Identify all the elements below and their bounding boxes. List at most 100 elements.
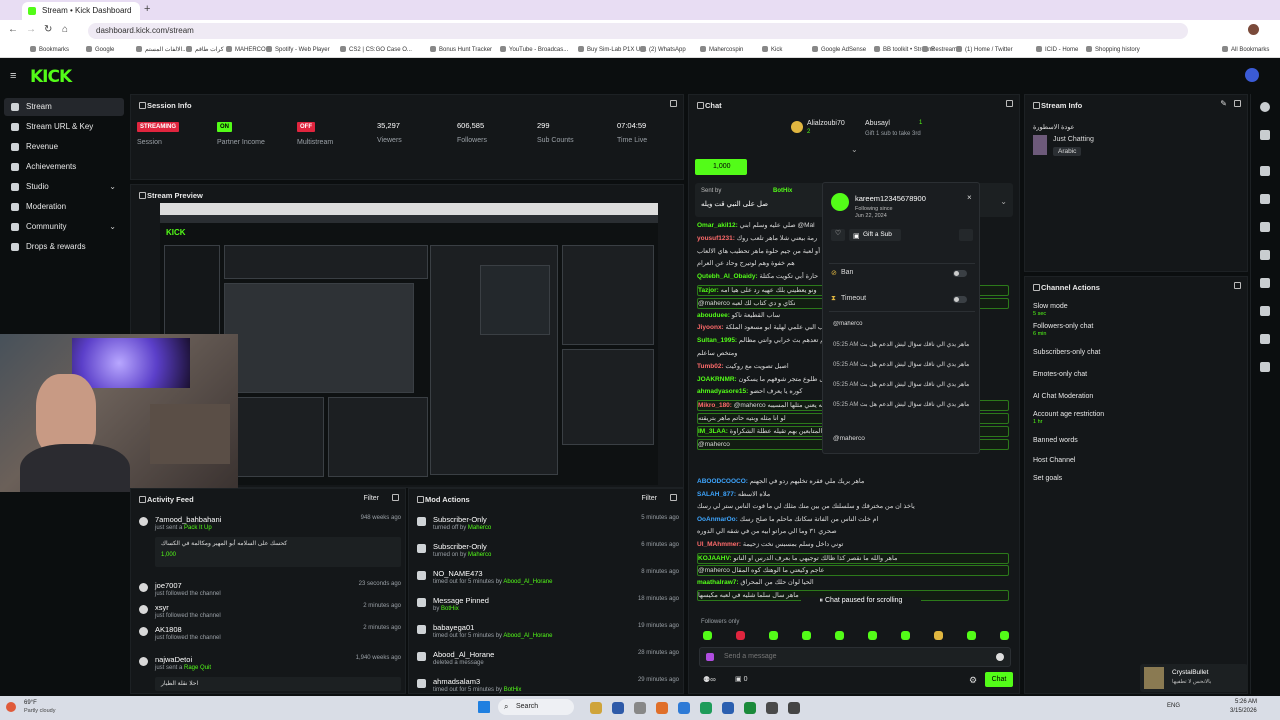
taskbar-app-icon[interactable] xyxy=(634,702,646,714)
chevron-down-icon[interactable]: ⌄ xyxy=(1000,197,1007,206)
bookmark-item[interactable]: Buy Sim-Lab P1X Ul... xyxy=(578,46,647,53)
chat-username[interactable]: OoAnmarOo: xyxy=(697,516,738,523)
chat-username[interactable]: Omar_akil12: xyxy=(697,222,738,229)
activity-username[interactable]: 7amood_bahbahani xyxy=(155,515,221,524)
chat-username[interactable]: Jiyoonx: xyxy=(697,324,724,331)
emote-icon[interactable] xyxy=(868,631,877,640)
chat-username[interactable]: Mikro_180: xyxy=(698,402,732,409)
smiley-icon[interactable] xyxy=(996,653,1004,661)
taskbar-search[interactable]: ⌕ Search xyxy=(498,699,574,715)
chat-username[interactable]: abouduee: xyxy=(697,312,730,319)
chat-username[interactable]: KOJAAHV: xyxy=(698,555,732,562)
back-icon[interactable]: ← xyxy=(8,24,18,35)
emote-icon[interactable] xyxy=(967,631,976,640)
chat-message[interactable]: OoAnmarOo: ام خلت الناس من الفاتة سكاتك … xyxy=(697,515,1009,524)
channel-action-subscribers-only-chat[interactable]: Subscribers-only chat xyxy=(1033,349,1273,357)
taskbar-app-icon[interactable] xyxy=(656,702,668,714)
popout-icon[interactable] xyxy=(1234,282,1241,289)
popout-icon[interactable] xyxy=(670,494,677,501)
channel-action-ai-chat-moderation[interactable]: AI Chat Moderation↗ xyxy=(1033,393,1273,401)
activity-username[interactable]: xsyr xyxy=(155,603,169,612)
channel-action-banned-words[interactable]: Banned words› xyxy=(1033,437,1273,447)
reload-icon[interactable]: ↻ xyxy=(44,24,52,35)
taskbar-app-icon[interactable] xyxy=(766,702,778,714)
chat-username[interactable]: Tazjor: xyxy=(698,287,719,294)
taskbar-app-icon[interactable] xyxy=(700,702,712,714)
chat-send-button[interactable]: Chat xyxy=(985,672,1013,687)
home-icon[interactable]: ⌂ xyxy=(62,24,68,35)
chevron-down-icon[interactable]: ⌄ xyxy=(109,178,116,196)
bookmark-item[interactable]: Bookmarks xyxy=(30,46,69,53)
activity-username[interactable]: joe7007 xyxy=(155,581,182,590)
chat-message[interactable]: SALAH_877: ملاه الاسطه xyxy=(697,490,1009,499)
chevron-down-icon[interactable]: ⌄ xyxy=(109,218,116,236)
bookmark-item[interactable]: YouTube - Broadcas... xyxy=(500,46,568,53)
delete-icon[interactable] xyxy=(959,229,973,241)
sidebar-item-moderation[interactable]: Moderation xyxy=(4,198,124,216)
close-icon[interactable]: × xyxy=(967,193,972,202)
chat-username[interactable]: Qutebh_Al_Obaidy: xyxy=(697,273,758,280)
chat-input[interactable]: Send a message xyxy=(699,647,1011,667)
popout-icon[interactable] xyxy=(1234,100,1241,107)
taskbar-app-icon[interactable] xyxy=(612,702,624,714)
popout-icon[interactable] xyxy=(670,100,677,107)
chat-username[interactable]: ABOODCOOCO: xyxy=(697,478,748,485)
chat-message[interactable]: @maherco عاجم وكيعتي ما الوهتك كوه المقا… xyxy=(697,565,1009,577)
activity-username[interactable]: AK1808 xyxy=(155,625,182,634)
settings-gear-icon[interactable]: ⚙ xyxy=(969,675,977,686)
timeout-toggle[interactable] xyxy=(953,296,967,303)
emote-icon[interactable] xyxy=(1000,631,1009,640)
sidebar-item-drops-rewards[interactable]: Drops & rewards xyxy=(4,238,124,256)
kicks-pill[interactable]: 1,000 xyxy=(695,159,747,175)
channel-action-slow-mode[interactable]: Slow mode5 sec› xyxy=(1033,303,1273,317)
channel-action-host-channel[interactable]: Host Channel xyxy=(1033,457,1273,464)
gift-sub-button[interactable]: ▣ Gift a Sub xyxy=(849,229,901,241)
chat-username[interactable]: yousuf1231: xyxy=(697,235,735,242)
url-field[interactable]: dashboard.kick.com/stream xyxy=(88,23,1188,39)
chat-username[interactable]: Ul_MAhmmer: xyxy=(697,541,741,548)
chevron-down-icon[interactable]: ⌄ xyxy=(851,145,858,154)
mod-action-name[interactable]: NO_NAME473 xyxy=(433,569,483,578)
popout-icon[interactable] xyxy=(392,494,399,501)
sidebar-item-community[interactable]: Community ⌄ xyxy=(4,218,124,236)
emote-icon[interactable] xyxy=(736,631,745,640)
camera-icon[interactable] xyxy=(1260,166,1270,176)
channel-action-account-age-restriction[interactable]: Account age restriction1 hr› xyxy=(1033,411,1273,425)
edit-pencil-icon[interactable]: ✎ xyxy=(1220,99,1227,108)
mod-action-name[interactable]: Subscriber-Only xyxy=(433,542,487,551)
document-icon[interactable] xyxy=(1260,222,1270,232)
ban-toggle[interactable] xyxy=(953,270,967,277)
bookmark-item[interactable]: Restream xyxy=(922,46,957,53)
chat-username[interactable]: Tumb02: xyxy=(697,363,724,370)
taskbar-app-icon[interactable] xyxy=(744,702,756,714)
bookmark-item[interactable]: Shopping history xyxy=(1086,46,1140,53)
category-name[interactable]: Just Chatting xyxy=(1053,136,1094,143)
sidebar-item-stream[interactable]: Stream xyxy=(4,98,124,116)
emote-icon[interactable] xyxy=(706,653,714,661)
chat-username[interactable]: JOAKRNMR: xyxy=(697,376,737,383)
user-card-username[interactable]: kareem12345678900 xyxy=(855,194,926,203)
mod-action-name[interactable]: babayega01 xyxy=(433,623,474,632)
bookmark-item[interactable]: (2) WhatsApp xyxy=(640,46,686,53)
server-icon[interactable] xyxy=(1260,306,1270,316)
chat-bubble-icon[interactable] xyxy=(1260,250,1270,260)
menu-icon[interactable]: ≡ xyxy=(10,70,16,82)
chat-username[interactable]: Sultan_1995: xyxy=(697,337,737,344)
pencil-icon[interactable] xyxy=(1260,130,1270,140)
channel-action-emotes-only-chat[interactable]: Emotes-only chat xyxy=(1033,371,1273,379)
users-icon[interactable]: ⚉∞ xyxy=(703,675,716,684)
mod-action-name[interactable]: Abood_Al_Horane xyxy=(433,650,494,659)
bookmark-item[interactable]: Spotify - Web Player xyxy=(266,46,330,53)
emote-icon[interactable] xyxy=(835,631,844,640)
kick-logo[interactable]: KICK xyxy=(30,67,72,87)
bookmark-item[interactable]: (1) Home / Twitter xyxy=(956,46,1013,53)
taskbar-app-icon[interactable] xyxy=(590,702,602,714)
sidebar-item-achievements[interactable]: Achievements xyxy=(4,158,124,176)
mod-action-name[interactable]: Message Pinned xyxy=(433,596,489,605)
bookmark-item[interactable]: Bonus Hunt Tracker xyxy=(430,46,492,53)
bookmark-item[interactable]: Mahercospin xyxy=(700,46,743,53)
taskbar-app-icon[interactable] xyxy=(722,702,734,714)
bookmark-item[interactable]: Google xyxy=(86,46,114,53)
chat-message[interactable]: صحري ٣١ وما الي مراتو ابيه من في شقه الي… xyxy=(697,527,1009,536)
chat-username[interactable]: SALAH_877: xyxy=(697,491,736,498)
